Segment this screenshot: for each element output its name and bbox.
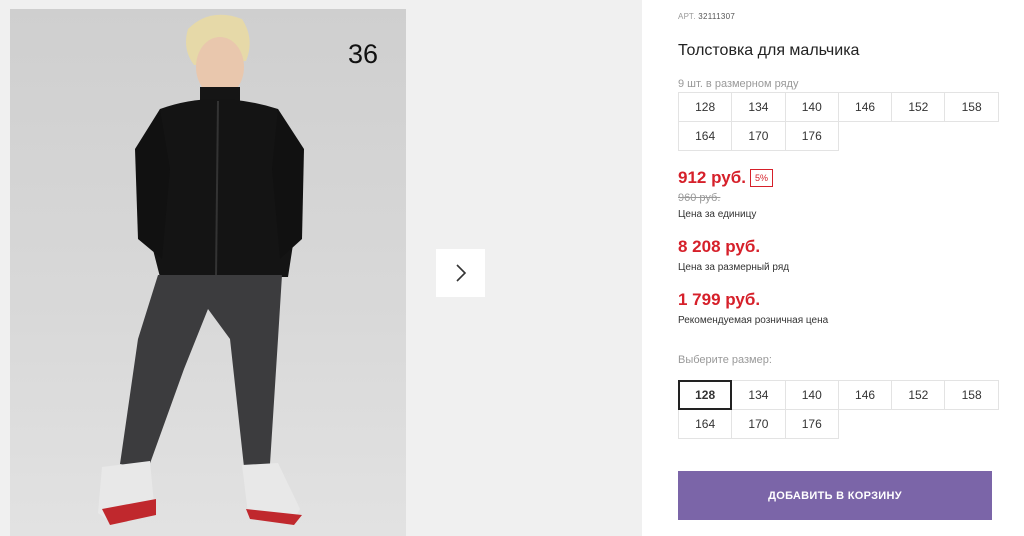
row-size-cell: 158 [944,92,999,122]
row-size-cell: 164 [678,121,733,151]
add-to-cart-button[interactable]: ДОБАВИТЬ В КОРЗИНУ [678,471,992,520]
next-photo-button[interactable] [436,249,485,297]
product-photo: 36 [10,9,406,536]
choose-size-label: Выберите размер: [678,354,772,366]
row-size-cell: 170 [731,121,786,151]
size-option-170[interactable]: 170 [731,409,786,439]
row-size-cell: 140 [784,92,839,122]
row-count-text: 9 шт. в размерном ряду [678,78,799,90]
row-size-cell: 176 [784,121,839,151]
unit-price: 912 руб. [678,168,746,187]
size-option-128[interactable]: 128 [678,380,733,410]
row-price-caption: Цена за размерный ряд [678,262,790,273]
gallery-gap [642,0,678,536]
size-option-152[interactable]: 152 [891,380,946,410]
size-option-134[interactable]: 134 [731,380,786,410]
article-number: АРТ. 32111307 [678,12,735,21]
chevron-right-icon [455,264,466,282]
photo-number: 36 [348,39,379,69]
row-size-cell: 146 [837,92,893,122]
size-selector: 128 134 140 146 152 158 164 170 176 [678,380,999,439]
unit-price-caption: Цена за единицу [678,209,757,220]
size-option-176[interactable]: 176 [784,409,839,439]
row-price: 8 208 руб. [678,237,761,256]
old-price: 960 руб. [678,192,721,204]
size-option-146[interactable]: 146 [837,380,893,410]
size-option-158[interactable]: 158 [944,380,999,410]
rrp-price: 1 799 руб. [678,290,761,309]
size-option-140[interactable]: 140 [784,380,839,410]
size-row-grid: 128 134 140 146 152 158 164 170 176 [678,92,999,151]
product-title: Толстовка для мальчика [678,42,860,59]
discount-badge: 5% [750,169,774,187]
article-label: АРТ. [678,12,696,21]
size-option-164[interactable]: 164 [678,409,733,439]
product-gallery: 36 [0,0,642,536]
row-size-cell: 152 [891,92,946,122]
row-size-cell: 128 [678,92,733,122]
article-value: 32111307 [698,12,736,21]
boy-in-black-sweatshirt-image [98,14,304,525]
row-size-cell: 134 [731,92,786,122]
rrp-price-caption: Рекомендуемая розничная цена [678,315,829,326]
